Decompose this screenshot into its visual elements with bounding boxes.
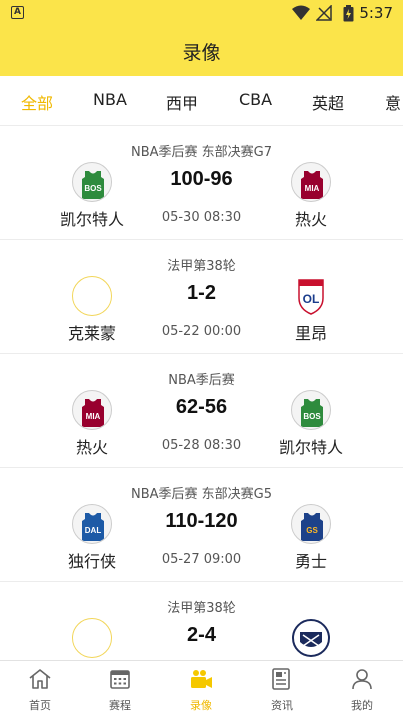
page-title: 录像 (182, 41, 221, 64)
match-league: NBA季后赛 (168, 373, 235, 388)
celtics-logo-icon: BOS (291, 390, 331, 430)
tab-cba[interactable]: CBA (239, 90, 272, 109)
category-tabs: 全部 NBA 西甲 CBA 英超 意甲 (0, 76, 403, 126)
lyon-logo-icon: OL (291, 276, 331, 316)
nav-home[interactable]: 首页 (0, 661, 80, 716)
match-card[interactable]: NBA季后赛 东部决赛G7 BOS 100-96 MIA 凯尔特人 05-30 … (0, 126, 403, 240)
nav-label: 资讯 (271, 699, 293, 712)
nav-label: 录像 (190, 699, 212, 712)
warriors-logo-icon: GS (291, 504, 331, 544)
home-icon (29, 669, 51, 689)
calendar-icon (110, 670, 130, 689)
match-card[interactable]: 法甲第38轮 1-2 OL 克莱蒙 05-22 00:00 里昂 (0, 240, 403, 354)
nav-replay[interactable]: 录像 (161, 661, 241, 716)
title-bar: 录像 (0, 26, 403, 76)
battery-icon (343, 5, 354, 22)
wifi-icon (292, 5, 310, 20)
status-bar: A 5:37 (0, 0, 403, 26)
match-league: 法甲第38轮 (167, 601, 236, 616)
team-abbr: MIA (305, 184, 320, 193)
away-team-name: 凯尔特人 (278, 438, 343, 457)
match-league: NBA季后赛 东部决赛G5 (130, 487, 272, 502)
nav-label: 我的 (351, 699, 373, 712)
team-abbr: GS (306, 526, 318, 535)
team-abbr: BOS (303, 412, 321, 421)
bordeaux-logo-icon (291, 618, 331, 658)
bottom-nav: 首页 赛程 录像 资讯 我的 (0, 660, 403, 716)
tab-premier-league[interactable]: 英超 (312, 90, 344, 114)
nav-label: 首页 (29, 699, 51, 712)
tab-laliga[interactable]: 西甲 (166, 90, 198, 114)
match-score: 100-96 (170, 168, 233, 190)
match-score: 1-2 (187, 282, 216, 304)
nav-label: 赛程 (109, 699, 131, 712)
news-icon (272, 668, 290, 690)
nav-profile[interactable]: 我的 (322, 661, 402, 716)
heat-logo-icon: MIA (291, 162, 331, 202)
user-icon (352, 669, 372, 690)
app-notification-icon: A (11, 6, 24, 19)
away-team-name: 里昂 (294, 324, 327, 343)
match-league: 法甲第38轮 (167, 259, 236, 274)
away-team-name: 勇士 (294, 552, 327, 571)
match-score: 110-120 (165, 510, 238, 532)
tab-serie-a[interactable]: 意甲 (385, 90, 403, 114)
match-card[interactable]: NBA季后赛 MIA 62-56 BOS 热火 05-28 08:30 凯尔特人 (0, 354, 403, 468)
nav-schedule[interactable]: 赛程 (80, 661, 160, 716)
signal-icon (316, 5, 332, 21)
clock: 5:37 (359, 4, 393, 22)
match-score: 2-4 (187, 624, 216, 646)
video-icon (191, 670, 212, 688)
nav-news[interactable]: 资讯 (242, 661, 322, 716)
tab-nba[interactable]: NBA (93, 90, 127, 109)
match-card[interactable]: NBA季后赛 东部决赛G5 DAL 110-120 GS 独行侠 05-27 0… (0, 468, 403, 582)
match-league: NBA季后赛 东部决赛G7 (130, 145, 272, 160)
away-team-name: 热火 (294, 210, 327, 229)
tab-all[interactable]: 全部 (21, 90, 53, 114)
match-score: 62-56 (175, 396, 228, 418)
team-abbr: OL (303, 292, 320, 306)
